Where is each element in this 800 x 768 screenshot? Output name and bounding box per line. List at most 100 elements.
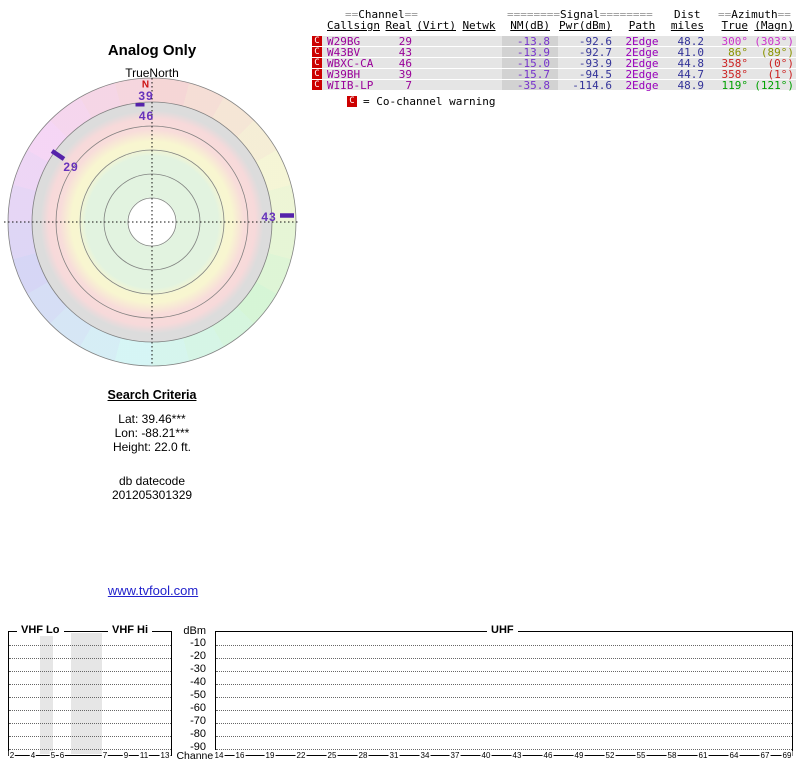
channel-tick-52: 52 bbox=[604, 751, 616, 761]
col-real: Real bbox=[385, 19, 413, 32]
dbm-tick--30: -30 bbox=[190, 663, 206, 675]
vhf-panel bbox=[8, 631, 172, 756]
table-row: C W39BH 39 -15.7 -94.5 2Edge 44.7 358° (1°) bbox=[312, 68, 796, 81]
cell-real: 29 bbox=[398, 35, 412, 48]
cell-magn: (89°) bbox=[760, 46, 794, 59]
cell-netwk bbox=[456, 58, 502, 68]
gridline--70 bbox=[216, 723, 792, 724]
cell-c: C bbox=[312, 47, 322, 57]
station-table: ==Channel== ========Signal======== Dist … bbox=[312, 8, 796, 108]
channel-tick-5: 5 bbox=[49, 751, 57, 761]
cell-netwk bbox=[456, 47, 502, 57]
cell-pwr: -92.6 bbox=[578, 35, 612, 48]
gridline--90 bbox=[9, 749, 171, 750]
table-header-row: Callsign Real (Virt) Netwk NM(dB) Pwr(dB… bbox=[312, 20, 796, 34]
cell-virt bbox=[412, 36, 456, 46]
channel-tick-6: 6 bbox=[58, 751, 66, 761]
radar-plot: N 39 46 29 43 bbox=[2, 72, 302, 372]
channel-tick-55: 55 bbox=[635, 751, 647, 761]
gridline--60 bbox=[216, 710, 792, 711]
cell-true: 119° bbox=[721, 79, 749, 92]
channel-tick-28: 28 bbox=[357, 751, 369, 761]
azimuth-group-label: Azimuth bbox=[731, 8, 778, 21]
dbm-tick--70: -70 bbox=[190, 715, 206, 727]
channel-tick-37: 37 bbox=[449, 751, 461, 761]
latitude-value: Lat: 39.46*** bbox=[118, 412, 186, 426]
gridline--30 bbox=[216, 671, 792, 672]
radar-title: Analog Only bbox=[107, 42, 197, 59]
tick-ch39 bbox=[135, 103, 145, 107]
co-channel-symbol: C bbox=[347, 95, 357, 107]
dbm-tick--10: -10 bbox=[190, 637, 206, 649]
channel-tick-11: 11 bbox=[138, 751, 150, 761]
cell-nm: -13.9 bbox=[502, 47, 558, 58]
gridline--10 bbox=[216, 645, 792, 646]
gridline--90 bbox=[216, 749, 792, 750]
cell-path: 2Edge bbox=[625, 46, 659, 59]
col-magn: (Magn) bbox=[754, 19, 794, 32]
col-miles: miles bbox=[670, 19, 704, 32]
co-channel-legend: C = Co-channel warning bbox=[347, 95, 796, 108]
table-group-header-row: ==Channel== ========Signal======== Dist … bbox=[312, 8, 796, 21]
channel-tick-64: 64 bbox=[728, 751, 740, 761]
tvfool-link[interactable]: www.tvfool.com bbox=[108, 583, 198, 598]
db-datecode-label: db datecode bbox=[118, 474, 186, 488]
longitude-value: Lon: -88.21*** bbox=[114, 426, 190, 440]
group-header-azimuth: ==Azimuth== bbox=[718, 8, 791, 21]
col-netwk: Netwk bbox=[462, 19, 496, 32]
group-header-signal: ========Signal======== bbox=[507, 8, 653, 21]
cell-netwk bbox=[456, 69, 502, 79]
height-value: Height: 22.0 ft. bbox=[112, 440, 192, 454]
gridline--30 bbox=[9, 671, 171, 672]
gridline--40 bbox=[9, 684, 171, 685]
cell-true: 358° bbox=[721, 68, 749, 81]
cell-true: 86° bbox=[728, 46, 748, 59]
cell-real: 43 bbox=[398, 46, 412, 59]
channel-eq-left: == bbox=[345, 8, 359, 21]
cell-netwk bbox=[456, 36, 502, 46]
gridline--10 bbox=[9, 645, 171, 646]
cell-callsign: WBXC-CA bbox=[327, 57, 374, 70]
cell-callsign: W43BV bbox=[327, 46, 361, 59]
cell-miles: 48.2 bbox=[677, 35, 705, 48]
col-callsign: Callsign bbox=[327, 19, 380, 32]
uhf-label: UHF bbox=[487, 624, 518, 636]
cell-magn: (1°) bbox=[767, 68, 795, 81]
cell-magn: (303°) bbox=[754, 35, 794, 48]
signal-group-label: Signal bbox=[559, 8, 600, 21]
channel-tick-16: 16 bbox=[234, 751, 246, 761]
cell-miles: 48.9 bbox=[677, 79, 705, 92]
cell-virt bbox=[412, 80, 456, 90]
radar-label-ch29: 29 bbox=[63, 160, 79, 174]
cell-c: C bbox=[312, 69, 322, 79]
gridline--50 bbox=[216, 697, 792, 698]
channel-tick-2: 2 bbox=[8, 751, 16, 761]
db-datecode-value: 201205301329 bbox=[111, 488, 193, 502]
cell-magn: (0°) bbox=[767, 57, 795, 70]
cell-nm: -15.7 bbox=[502, 69, 558, 80]
search-criteria-title: Search Criteria bbox=[107, 388, 197, 402]
cell-virt bbox=[412, 69, 456, 79]
radar-label-ch46: 46 bbox=[138, 108, 155, 123]
group-header-dist: Dist bbox=[674, 8, 701, 21]
dbm-tick--40: -40 bbox=[190, 676, 206, 688]
col-nm: NM(dB) bbox=[510, 19, 550, 32]
gridline--80 bbox=[216, 736, 792, 737]
gridline--40 bbox=[216, 684, 792, 685]
cell-virt bbox=[412, 47, 456, 57]
cell-magn: (121°) bbox=[754, 79, 794, 92]
channel-tick-31: 31 bbox=[388, 751, 400, 761]
dbm-axis-label: dBm bbox=[183, 625, 206, 637]
col-pwr: Pwr(dBm) bbox=[559, 19, 612, 32]
channel-tick-22: 22 bbox=[295, 751, 307, 761]
table-row: C WIIB-LP 7 -35.8 -114.6 2Edge 48.9 119° (121°) bbox=[312, 79, 796, 92]
cell-callsign: W29BG bbox=[327, 35, 361, 48]
cell-callsign: WIIB-LP bbox=[327, 79, 374, 92]
channel-tick-69: 69 bbox=[781, 751, 793, 761]
search-criteria: Search Criteria Lat: 39.46*** Lon: -88.2… bbox=[40, 388, 264, 502]
vhf-hi-label: VHF Hi bbox=[108, 624, 153, 636]
cell-miles: 44.7 bbox=[677, 68, 705, 81]
cell-path: 2Edge bbox=[625, 79, 659, 92]
azimuth-eq-left: == bbox=[718, 8, 732, 21]
table-row: C WBXC-CA 46 -15.0 -93.9 2Edge 44.8 358° (0°) bbox=[312, 57, 796, 70]
